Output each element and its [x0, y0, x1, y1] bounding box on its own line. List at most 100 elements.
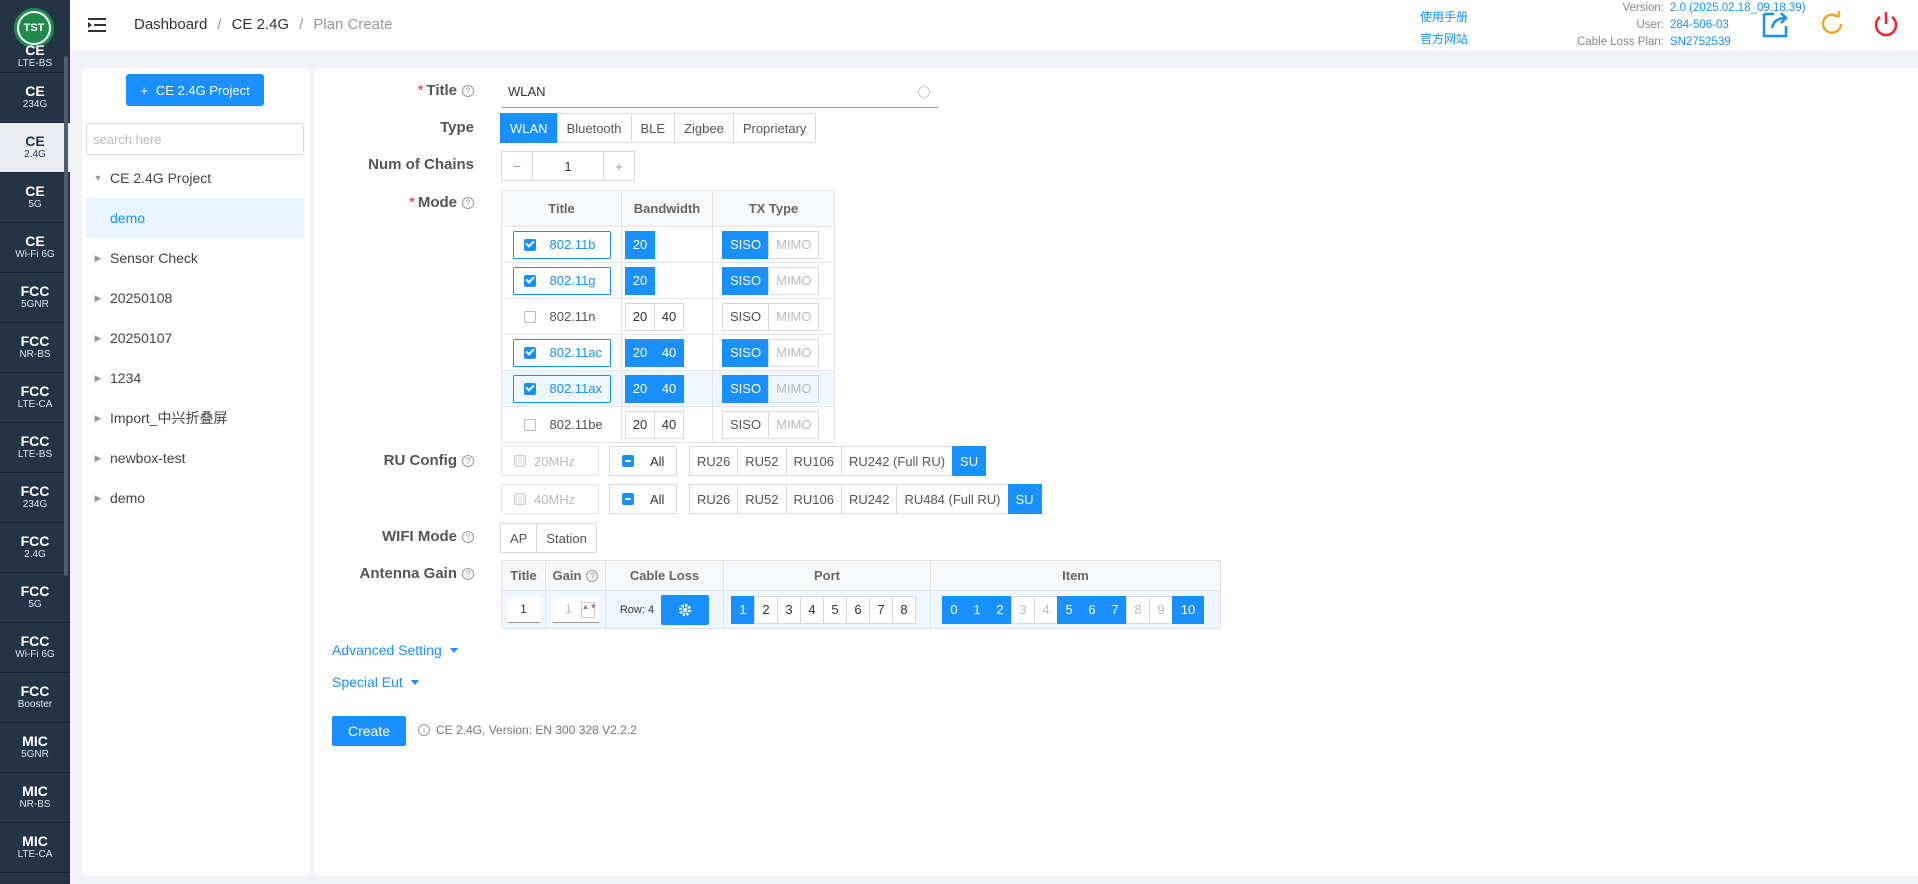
- help-icon[interactable]: ?: [462, 197, 474, 209]
- tx-mimo[interactable]: MIMO: [768, 374, 820, 403]
- bandwidth-option[interactable]: 20: [625, 410, 655, 439]
- ru-bandwidth-checkbox[interactable]: 40MHz: [501, 484, 599, 514]
- nav-item-fcc-wi-fi-6g[interactable]: FCC Wi-Fi 6G: [0, 623, 70, 673]
- tx-mimo[interactable]: MIMO: [768, 338, 820, 367]
- ru-option[interactable]: RU106: [785, 446, 842, 476]
- nav-item-mic-lte-ca[interactable]: MIC LTE-CA: [0, 823, 70, 873]
- nav-item-ce-lte-bs[interactable]: CE LTE-BS: [0, 43, 70, 73]
- item-option[interactable]: 3: [1011, 595, 1035, 624]
- bandwidth-option[interactable]: 20: [625, 338, 655, 367]
- tx-siso[interactable]: SISO: [722, 338, 770, 367]
- bandwidth-option[interactable]: 20: [625, 302, 655, 331]
- item-option[interactable]: 9: [1149, 595, 1173, 624]
- item-option[interactable]: 1: [965, 595, 989, 624]
- tx-mimo[interactable]: MIMO: [768, 410, 820, 439]
- item-option[interactable]: 8: [1126, 595, 1150, 624]
- nav-item-ce-2-4g[interactable]: CE 2.4G: [0, 123, 70, 173]
- mode-checkbox[interactable]: 802.11g: [512, 266, 611, 295]
- nav-item-fcc-lte-bs[interactable]: FCC LTE-BS: [0, 423, 70, 473]
- tx-mimo[interactable]: MIMO: [768, 230, 820, 259]
- item-option[interactable]: 6: [1080, 595, 1104, 624]
- nav-item-fcc-nr-bs[interactable]: FCC NR-BS: [0, 323, 70, 373]
- tx-siso[interactable]: SISO: [722, 266, 770, 295]
- mode-checkbox[interactable]: 802.11b: [512, 230, 611, 259]
- nav-item-fcc-lte-ca[interactable]: FCC LTE-CA: [0, 373, 70, 423]
- tx-siso[interactable]: SISO: [722, 374, 770, 403]
- breadcrumb-ce24g[interactable]: CE 2.4G: [232, 16, 290, 33]
- port-option[interactable]: 8: [892, 595, 916, 624]
- ru-option[interactable]: RU52: [737, 484, 787, 514]
- nav-item-fcc-5g[interactable]: FCC 5G: [0, 573, 70, 623]
- nav-item-ce-234g[interactable]: CE 234G: [0, 73, 70, 123]
- nav-item-fcc-2-4g[interactable]: FCC 2.4G: [0, 523, 70, 573]
- help-icon[interactable]: ?: [462, 531, 474, 543]
- antenna-gain-input[interactable]: 1 ▲▼: [552, 596, 599, 623]
- type-proprietary[interactable]: Proprietary: [732, 113, 817, 143]
- tree-node[interactable]: ▶ 20250107: [86, 318, 304, 358]
- tree-node[interactable]: ▶ 1234: [86, 358, 304, 398]
- item-option[interactable]: 0: [942, 595, 966, 624]
- mode-checkbox[interactable]: 802.11ax: [512, 374, 611, 403]
- type-ble[interactable]: BLE: [630, 113, 676, 143]
- mode-checkbox[interactable]: 802.11be: [513, 411, 611, 439]
- nav-item-ce-5g[interactable]: CE 5G: [0, 173, 70, 223]
- power-icon[interactable]: [1870, 8, 1902, 40]
- create-button[interactable]: Create: [332, 716, 406, 746]
- mode-checkbox[interactable]: 802.11ac: [512, 338, 611, 367]
- wifi-mode-ap[interactable]: AP: [500, 523, 538, 553]
- nav-item-mic-nr-bs[interactable]: MIC NR-BS: [0, 773, 70, 823]
- cable-loss-settings-button[interactable]: [661, 594, 710, 625]
- port-option[interactable]: 1: [731, 595, 755, 624]
- help-icon[interactable]: ?: [462, 85, 474, 97]
- spinner-icon[interactable]: ▲▼: [580, 601, 597, 618]
- bandwidth-option[interactable]: 40: [654, 338, 684, 367]
- ru-option[interactable]: SU: [1007, 484, 1042, 514]
- tree-node[interactable]: ▶ Import_中兴折叠屏: [86, 398, 304, 438]
- tx-siso[interactable]: SISO: [722, 410, 770, 439]
- tx-mimo[interactable]: MIMO: [768, 302, 820, 331]
- help-icon[interactable]: ?: [586, 570, 599, 582]
- nav-scrollbar[interactable]: [64, 56, 68, 576]
- item-option[interactable]: 4: [1034, 595, 1058, 624]
- ru-option[interactable]: RU484 (Full RU): [896, 484, 1009, 514]
- tree-node-project[interactable]: ▼ CE 2.4G Project: [86, 158, 304, 198]
- tx-siso[interactable]: SISO: [722, 302, 770, 331]
- tree-search-input[interactable]: [86, 123, 304, 155]
- breadcrumb-dashboard[interactable]: Dashboard: [134, 16, 207, 33]
- tree-node[interactable]: ▶ 20250108: [86, 278, 304, 318]
- bandwidth-option[interactable]: 40: [654, 302, 684, 331]
- ru-option[interactable]: RU242 (Full RU): [840, 446, 954, 476]
- item-option[interactable]: 10: [1172, 595, 1204, 624]
- nav-item-mic-5gnr[interactable]: MIC 5GNR: [0, 723, 70, 773]
- advanced-setting-toggle[interactable]: Advanced Setting: [332, 642, 458, 658]
- item-option[interactable]: 5: [1057, 595, 1081, 624]
- nav-item-fcc-booster[interactable]: FCC Booster: [0, 673, 70, 723]
- port-option[interactable]: 3: [777, 595, 801, 624]
- port-option[interactable]: 5: [823, 595, 847, 624]
- help-icon[interactable]: ?: [462, 455, 474, 467]
- wifi-mode-station[interactable]: Station: [536, 523, 597, 553]
- tx-mimo[interactable]: MIMO: [768, 266, 820, 295]
- ru-option[interactable]: RU52: [737, 446, 787, 476]
- mode-checkbox[interactable]: 802.11n: [513, 303, 611, 331]
- nav-item-fcc-5gnr[interactable]: FCC 5GNR: [0, 273, 70, 323]
- bandwidth-option[interactable]: 40: [654, 374, 684, 403]
- ru-option[interactable]: RU242: [840, 484, 898, 514]
- special-eut-toggle[interactable]: Special Eut: [332, 674, 419, 690]
- port-option[interactable]: 4: [800, 595, 824, 624]
- nav-item-fcc-234g[interactable]: FCC 234G: [0, 473, 70, 523]
- port-option[interactable]: 2: [754, 595, 778, 624]
- ru-option[interactable]: RU26: [689, 446, 739, 476]
- type-bluetooth[interactable]: Bluetooth: [556, 113, 632, 143]
- ru-option[interactable]: RU26: [689, 484, 739, 514]
- nav-item-ce-wi-fi-6g[interactable]: CE Wi-Fi 6G: [0, 223, 70, 273]
- help-icon[interactable]: ?: [462, 568, 474, 580]
- website-link[interactable]: 官方网站: [1420, 28, 1468, 50]
- tree-node-demo-selected[interactable]: demo: [86, 198, 304, 238]
- add-project-button[interactable]: + CE 2.4G Project: [126, 74, 264, 106]
- export-icon[interactable]: [1760, 8, 1792, 40]
- tree-node[interactable]: ▶ demo: [86, 478, 304, 518]
- bandwidth-option[interactable]: 20: [625, 266, 655, 295]
- menu-fold-icon[interactable]: [88, 16, 106, 34]
- bandwidth-option[interactable]: 20: [625, 374, 655, 403]
